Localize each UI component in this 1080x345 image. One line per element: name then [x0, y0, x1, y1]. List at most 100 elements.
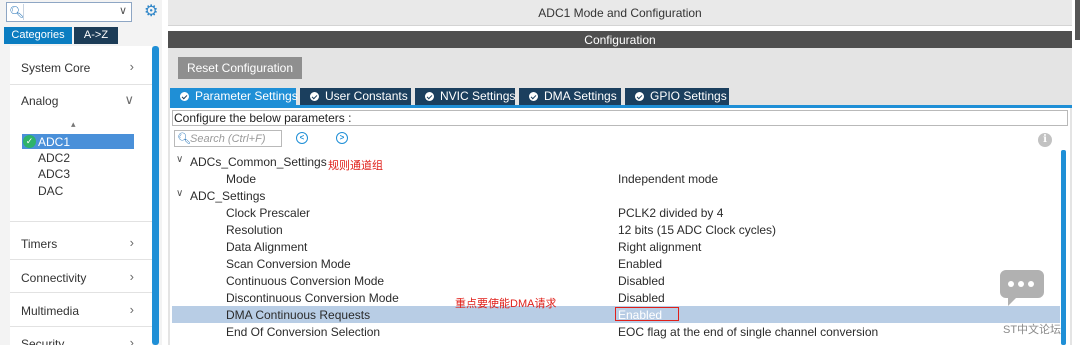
category-multimedia[interactable]: Multimedia ›	[10, 299, 152, 321]
tab-label: Parameter Settings	[195, 89, 298, 103]
chevron-right-icon: ›	[129, 302, 134, 317]
reset-configuration-button[interactable]: Reset Configuration	[178, 57, 302, 79]
param-name: End Of Conversion Selection	[226, 325, 381, 339]
param-value: EOC flag at the end of single channel co…	[618, 325, 879, 339]
param-name: Resolution	[226, 223, 283, 237]
panel-title: ADC1 Mode and Configuration	[538, 6, 702, 20]
peripheral-item-adc1[interactable]: ✓ ADC1	[22, 134, 134, 149]
param-value: Right alignment	[618, 240, 702, 254]
peripheral-item-dac[interactable]: DAC	[22, 183, 134, 198]
param-group-label: ADCs_Common_Settings	[190, 155, 327, 169]
param-row-continuous-conversion-mode[interactable]: Continuous Conversion Mode Disabled	[172, 272, 1060, 289]
param-value: Disabled	[618, 291, 665, 305]
gear-icon[interactable]: ⚙	[144, 2, 158, 22]
chevron-right-icon: ›	[129, 269, 134, 284]
chevron-down-icon: ∨	[124, 92, 134, 107]
tab-parameter-settings[interactable]: Parameter Settings	[170, 88, 298, 105]
param-row-resolution[interactable]: Resolution 12 bits (15 ADC Clock cycles)	[172, 221, 1060, 238]
check-icon	[310, 92, 319, 101]
tab-a-to-z[interactable]: A->Z	[74, 27, 118, 44]
peripheral-item-adc3[interactable]: ADC3	[22, 166, 134, 181]
category-label: Connectivity	[21, 271, 87, 285]
category-security[interactable]: Security ›	[10, 332, 152, 345]
divider	[10, 84, 152, 85]
category-label: Timers	[21, 237, 58, 251]
param-row-dma-continuous-requests[interactable]: DMA Continuous Requests Enabled	[172, 306, 1060, 323]
category-scrollbar[interactable]	[152, 46, 159, 345]
categories-panel: 🔍︎ ∨ ⚙ Categories A->Z System Core › Ana…	[0, 0, 162, 345]
tab-gpio-settings[interactable]: GPIO Settings	[625, 88, 729, 105]
annotation-regular-channel-group: 规则通道组	[328, 160, 383, 172]
peripheral-search-row: 🔍︎ ∨ ⚙	[4, 2, 160, 22]
category-label: Analog	[21, 94, 59, 108]
parameter-scrollbar[interactable]	[1061, 150, 1066, 345]
tab-label: GPIO Settings	[650, 89, 727, 103]
panel-scrollbar[interactable]	[1075, 0, 1080, 40]
divider	[10, 292, 152, 293]
divider	[10, 221, 152, 222]
param-row-mode[interactable]: Mode Independent mode	[172, 170, 1060, 187]
configuration-label: Configuration	[584, 33, 656, 47]
param-row-scan-conversion-mode[interactable]: Scan Conversion Mode Enabled	[172, 255, 1060, 272]
parameter-search-input[interactable]: 🔍︎ Search (Ctrl+F)	[174, 130, 282, 147]
tab-dma-settings[interactable]: DMA Settings	[519, 88, 621, 105]
param-name: Data Alignment	[226, 240, 308, 254]
peripheral-label: ADC2	[38, 151, 71, 165]
peripheral-label: ADC1	[38, 135, 71, 149]
param-name: Mode	[226, 172, 257, 186]
param-value: Enabled	[618, 308, 663, 322]
param-row-data-alignment[interactable]: Data Alignment Right alignment	[172, 238, 1060, 255]
dma-continuous-requests-select[interactable]: Enabled	[615, 307, 679, 322]
configuration-header: Configuration	[168, 31, 1072, 48]
param-name: Continuous Conversion Mode	[226, 274, 385, 288]
divider	[10, 326, 152, 327]
watermark-text: ST中文论坛	[1003, 324, 1062, 336]
chevron-right-icon: ›	[129, 59, 134, 74]
chevron-right-icon: ›	[129, 335, 134, 345]
tab-label: NVIC Settings	[440, 89, 516, 103]
category-timers[interactable]: Timers ›	[10, 232, 152, 254]
category-label: Security	[21, 337, 65, 345]
search-icon: 🔍︎	[9, 5, 25, 19]
peripheral-label: DAC	[38, 184, 64, 198]
param-name: Scan Conversion Mode	[226, 257, 351, 271]
chevron-down-icon: ∨	[176, 154, 184, 165]
chevron-down-icon[interactable]: ∨	[119, 4, 127, 17]
param-name: Clock Prescaler	[226, 206, 311, 220]
category-label: System Core	[21, 61, 91, 75]
tab-label: DMA Settings	[544, 89, 617, 103]
search-icon: 🔍︎	[177, 133, 191, 145]
annotation-enable-dma-request: 重点要使能DMA请求	[455, 298, 557, 310]
category-system-core[interactable]: System Core ›	[10, 56, 152, 78]
peripheral-search-input[interactable]: 🔍︎ ∨	[6, 2, 132, 22]
param-group-label: ADC_Settings	[190, 189, 266, 203]
param-value: PCLK2 divided by 4	[618, 206, 724, 220]
param-group-adc-settings[interactable]: ∨ ADC_Settings	[172, 187, 1060, 204]
param-row-discontinuous-conversion-mode[interactable]: Discontinuous Conversion Mode Disabled	[172, 289, 1060, 306]
check-icon	[180, 92, 189, 101]
configure-label: Configure the below parameters :	[172, 110, 1068, 126]
param-row-clock-prescaler[interactable]: Clock Prescaler PCLK2 divided by 4	[172, 204, 1060, 221]
category-analog[interactable]: Analog ∨	[10, 89, 152, 111]
category-connectivity[interactable]: Connectivity ›	[10, 266, 152, 288]
check-icon	[425, 92, 434, 101]
panel-title-bar: ADC1 Mode and Configuration	[168, 0, 1072, 26]
param-value: 12 bits (15 ADC Clock cycles)	[618, 223, 777, 237]
tab-nvic-settings[interactable]: NVIC Settings	[415, 88, 515, 105]
category-label: Multimedia	[21, 304, 80, 318]
chevron-down-icon: ∨	[176, 188, 184, 199]
param-value: Enabled	[618, 257, 663, 271]
peripheral-label: ADC3	[38, 167, 71, 181]
search-placeholder: Search (Ctrl+F)	[190, 133, 266, 145]
search-previous-button[interactable]: <	[296, 132, 308, 144]
peripheral-item-adc2[interactable]: ADC2	[22, 150, 134, 165]
param-row-end-of-conversion-selection[interactable]: End Of Conversion Selection EOC flag at …	[172, 323, 1060, 340]
check-icon: ✓	[23, 135, 36, 148]
mode-configuration-panel: ADC1 Mode and Configuration Configuratio…	[168, 0, 1080, 345]
tab-categories[interactable]: Categories	[4, 27, 72, 44]
tab-label: User Constants	[325, 89, 408, 103]
tab-user-constants[interactable]: User Constants	[300, 88, 411, 105]
param-group-adcs-common-settings[interactable]: ∨ ADCs_Common_Settings	[172, 153, 1060, 170]
info-icon[interactable]: i	[1038, 133, 1052, 147]
search-next-button[interactable]: >	[336, 132, 348, 144]
